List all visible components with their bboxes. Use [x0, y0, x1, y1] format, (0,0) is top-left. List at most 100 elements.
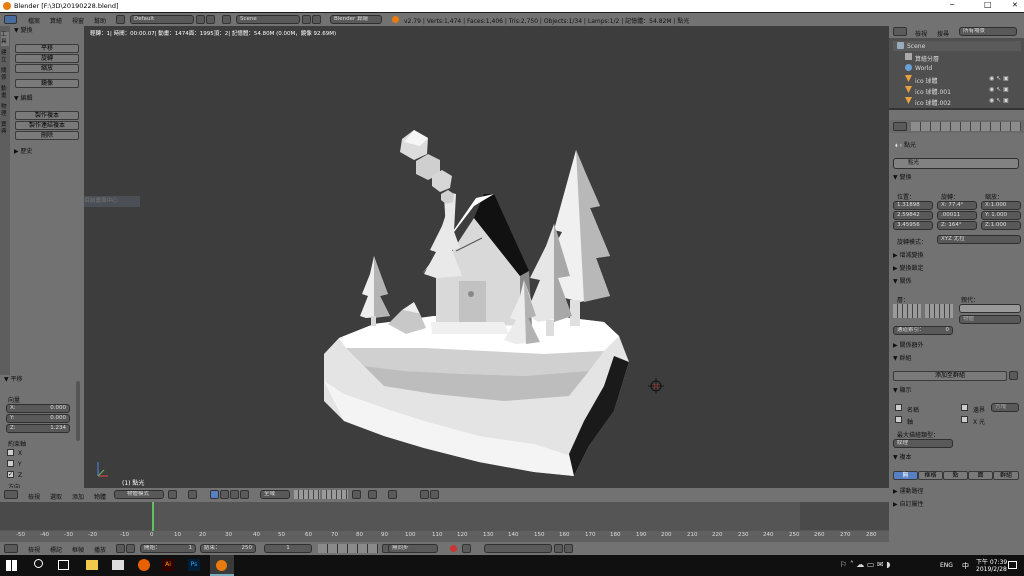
constraint-y-checkbox[interactable] — [7, 460, 14, 467]
relations-header[interactable]: ▼ 關係 — [889, 277, 912, 287]
editor-type-icon[interactable] — [4, 15, 17, 24]
axis-checkbox[interactable] — [895, 416, 902, 423]
translate-button[interactable]: 平移 — [15, 44, 79, 53]
remove-scene-icon[interactable] — [312, 15, 321, 24]
illustrator-icon[interactable]: Ai — [162, 559, 174, 571]
notification-icon[interactable] — [1008, 561, 1017, 569]
mail-icon[interactable] — [112, 560, 124, 570]
tl-menu-view[interactable]: 檢視 — [28, 545, 40, 554]
name-checkbox[interactable] — [895, 404, 902, 411]
rot-x-field[interactable]: X: 77.4° — [937, 201, 977, 210]
transform-header[interactable]: ▼ 變換 — [10, 26, 84, 36]
object-layers-grid[interactable] — [893, 304, 921, 318]
maximize-button[interactable]: □ — [984, 0, 992, 9]
clock-date[interactable]: 2019/2/28 — [976, 566, 1007, 573]
current-frame-field[interactable]: 1 — [264, 544, 312, 553]
menu-view[interactable]: 檢視 — [28, 492, 40, 501]
properties-editor-icon[interactable] — [893, 122, 907, 131]
duplicate-linked-button[interactable]: 製作連結複本 — [15, 121, 79, 130]
edit-header[interactable]: ▼ 編輯 — [10, 94, 33, 104]
screen-layout-icon[interactable] — [116, 15, 125, 24]
tl-menu-frame[interactable]: 框幀 — [72, 545, 84, 554]
rotate-manip-icon[interactable] — [230, 490, 239, 499]
layers-grid[interactable] — [294, 490, 320, 499]
photoshop-icon[interactable]: Ps — [188, 559, 200, 571]
manipulator-icon[interactable] — [210, 490, 219, 499]
playback-controls[interactable] — [318, 544, 378, 553]
render-engine-select[interactable]: Blender 算繪 — [330, 15, 382, 24]
render-view-icon[interactable] — [420, 490, 429, 499]
outliner-row-object[interactable]: ico 球體 ◉ ↖ ▣ — [893, 74, 1021, 85]
scale-z-field[interactable]: Z:1.000 — [981, 221, 1021, 230]
clock-time[interactable]: 下午 07:39 — [976, 557, 1007, 566]
menu-add[interactable]: 添加 — [72, 492, 84, 501]
preview-range-icon[interactable] — [116, 544, 125, 553]
tab-relations[interactable]: 關係 — [1, 68, 9, 82]
outliner-row-object[interactable]: ico 球體.001 ◉ ↖ ▣ — [893, 85, 1021, 96]
view3d-editor-icon[interactable] — [4, 490, 18, 499]
object-layers-grid-2[interactable] — [925, 304, 953, 318]
firefox-icon[interactable] — [138, 559, 150, 571]
remove-layout-icon[interactable] — [206, 15, 215, 24]
tray-icons[interactable]: ⚐ ˄ ☁ ▭ ✉ ◗ — [840, 560, 890, 569]
scale-button[interactable]: 縮放 — [15, 64, 79, 73]
constraint-z-checkbox[interactable]: ✓ — [7, 471, 14, 478]
translate-manip-icon[interactable] — [220, 490, 229, 499]
sync-select[interactable]: 無同步 — [388, 544, 438, 553]
bounds-checkbox[interactable] — [961, 404, 968, 411]
operator-scrollbar[interactable] — [76, 381, 80, 441]
groups-header[interactable]: ▼ 群組 — [889, 354, 912, 364]
tab-physics[interactable]: 物理 — [1, 104, 9, 118]
pass-index-field[interactable]: 通道索引： 0 — [893, 326, 953, 335]
tab-create[interactable]: 建立 — [1, 50, 9, 64]
scene-icon[interactable] — [222, 15, 231, 24]
scale-x-field[interactable]: X:1.000 — [981, 201, 1021, 210]
outliner-editor-icon[interactable] — [893, 27, 907, 36]
file-explorer-icon[interactable] — [86, 560, 98, 570]
outliner-filter-select[interactable]: 所有場景 — [959, 27, 1017, 36]
delete-key-icon[interactable] — [564, 544, 573, 553]
timeline-editor-icon[interactable] — [4, 544, 18, 553]
outliner-menu-search[interactable]: 搜尋 — [937, 29, 949, 38]
dup-verts-tab[interactable]: 點 — [943, 471, 968, 480]
custom-props-header[interactable]: ▶ 自訂屬性 — [889, 500, 924, 510]
layout-select[interactable]: Default — [130, 15, 194, 24]
tab-grease[interactable]: 寶典 — [1, 122, 9, 136]
dup-none-tab[interactable]: 無 — [893, 471, 918, 480]
loc-z-field[interactable]: 3.45956 — [893, 221, 933, 230]
proportional-icon[interactable] — [368, 490, 377, 499]
snap-icon[interactable] — [388, 490, 397, 499]
bounds-shape-select[interactable]: 方塊 — [991, 403, 1019, 412]
dup-frames-tab[interactable]: 框格 — [918, 471, 943, 480]
3d-viewport[interactable]: 輕轉：1| 時間：00:00.07| 動畫：1474面：1995頂：2| 記憶體… — [84, 26, 889, 488]
duplication-header[interactable]: ▼ 複本 — [889, 453, 912, 463]
vector-z-field[interactable]: Z: 1.234 — [6, 424, 70, 433]
dup-group-tab[interactable]: 群組 — [993, 471, 1019, 480]
outliner-row-object[interactable]: ico 球體.002 ◉ ↖ ▣ — [893, 96, 1021, 107]
parent-field[interactable] — [959, 304, 1021, 313]
operator-header[interactable]: ▼ 平移 — [0, 375, 84, 385]
rotation-mode-select[interactable]: XYZ 尤拉 — [937, 235, 1021, 244]
constraint-x-checkbox[interactable] — [7, 449, 14, 456]
render-anim-icon[interactable] — [430, 490, 439, 499]
tl-menu-marker[interactable]: 標記 — [50, 545, 62, 554]
transform-locks-header[interactable]: ▶ 變換鎖定 — [889, 264, 924, 274]
scale-y-field[interactable]: Y: 1.000 — [981, 211, 1021, 220]
record-dot-icon[interactable] — [450, 545, 457, 552]
motion-paths-header[interactable]: ▶ 運動路徑 — [889, 487, 924, 497]
add-group-plus-icon[interactable] — [1009, 371, 1018, 380]
menu-help[interactable]: 幫助 — [94, 16, 106, 25]
pivot-icon[interactable] — [188, 490, 197, 499]
dup-faces-tab[interactable]: 面 — [968, 471, 993, 480]
parent-type-select[interactable]: 物體 — [959, 315, 1021, 324]
keying-set-icon[interactable] — [462, 544, 471, 553]
end-frame-field[interactable]: 結束： 250 — [200, 544, 256, 553]
visibility-eye-icon[interactable]: ◉ ↖ ▣ — [989, 86, 1009, 93]
orientation-select[interactable]: 全域 — [260, 490, 290, 499]
menu-object[interactable]: 物體 — [94, 492, 106, 501]
vector-y-field[interactable]: Y: 0.000 — [6, 414, 70, 423]
insert-key-icon[interactable] — [554, 544, 563, 553]
mode-select[interactable]: 物體模式 — [114, 490, 164, 499]
search-icon[interactable] — [34, 559, 43, 568]
timeline[interactable]: -50 -40 -30 -20 -10 0 10 20 30 40 50 60 … — [0, 502, 889, 542]
